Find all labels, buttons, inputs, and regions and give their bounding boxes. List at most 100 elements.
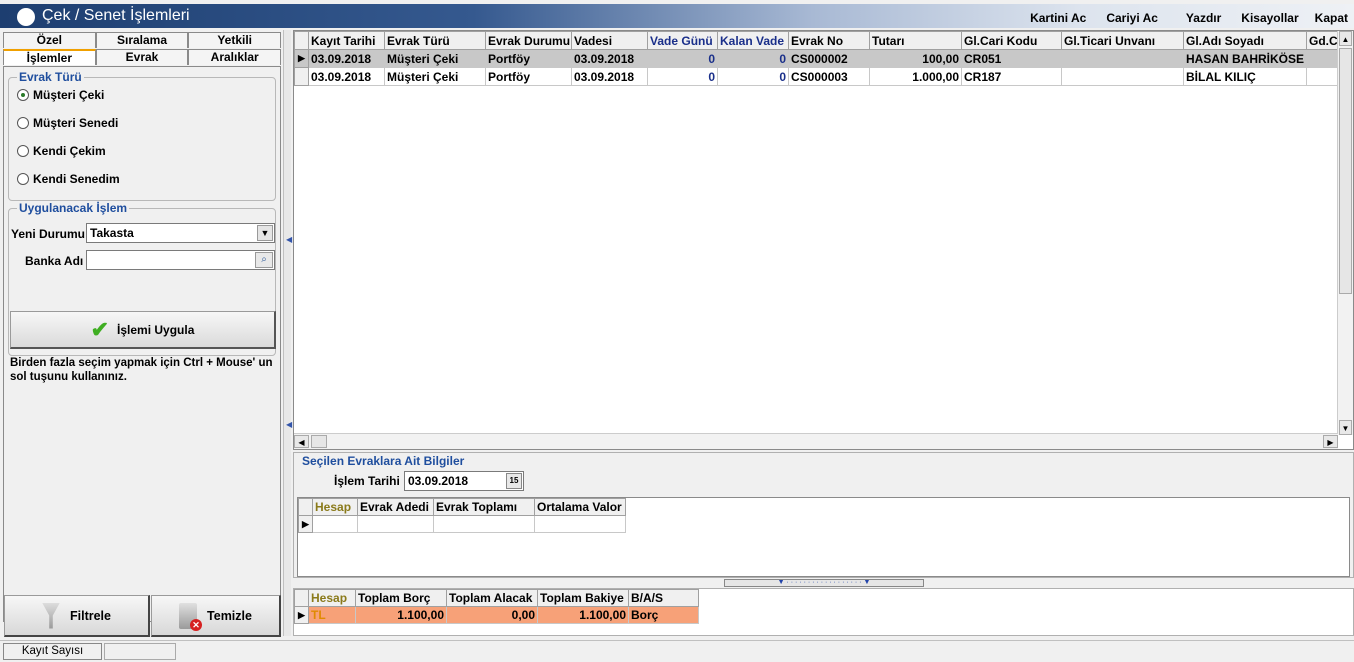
temizle-button[interactable]: ✕ Temizle — [151, 595, 281, 637]
cell: 03.09.2018 — [571, 67, 648, 86]
islem-tarihi-label: İşlem Tarihi — [334, 474, 400, 488]
cell: 0 — [717, 67, 789, 86]
islem-tarihi-field[interactable]: 03.09.2018 15 — [404, 471, 524, 491]
cell: Müşteri Çeki — [384, 49, 486, 68]
menu-kapat[interactable]: Kapat — [1309, 11, 1354, 25]
menu-cariyi-ac[interactable]: Cariyi Ac — [1096, 11, 1168, 25]
col-evrak-no[interactable]: Evrak No — [788, 31, 870, 50]
col-toplam-alacak[interactable]: Toplam Alacak — [446, 589, 538, 607]
collapse-bar[interactable]: ▼ · · · · · · · · · · · · · · · · · · ▼ — [724, 579, 924, 587]
col-tutari[interactable]: Tutarı — [869, 31, 962, 50]
col-vade-gunu[interactable]: Vade Günü — [647, 31, 718, 50]
funnel-icon — [42, 602, 60, 629]
cell — [312, 515, 358, 533]
tab-ozel[interactable]: Özel — [3, 32, 96, 48]
col-kayit-tarihi[interactable]: Kayıt Tarihi — [308, 31, 385, 50]
scroll-thumb[interactable] — [311, 435, 327, 448]
row-pointer-icon: ▶ — [294, 49, 309, 68]
col-evrak-adedi[interactable]: Evrak Adedi — [357, 498, 434, 516]
menu-kisayollar[interactable]: Kisayollar — [1231, 11, 1308, 25]
filtrele-button[interactable]: Filtrele — [4, 595, 150, 637]
cell — [1061, 67, 1184, 86]
vertical-scrollbar[interactable]: ▲ ▼ — [1337, 31, 1353, 435]
col-ortalama-valor[interactable]: Ortalama Valor — [534, 498, 626, 516]
col-kalan-vade[interactable]: Kalan Vade — [717, 31, 789, 50]
kayit-sayisi: Kayıt Sayısı — [3, 643, 102, 660]
col-bas[interactable]: B/A/S — [628, 589, 699, 607]
cell: 1.000,00 — [869, 67, 962, 86]
panel-splitter[interactable]: ◀ ◀ — [283, 30, 292, 636]
tab-araliklar[interactable]: Aralıklar — [188, 49, 282, 65]
collapse-left-icon[interactable]: ◀ — [286, 235, 292, 244]
grid-header-row: Hesap Evrak Adedi Evrak Toplamı Ortalama… — [298, 498, 626, 516]
islemi-uygula-button[interactable]: ✔ İşlemi Uygula — [10, 311, 276, 349]
table-row[interactable]: 03.09.2018 Müşteri Çeki Portföy 03.09.20… — [294, 67, 1346, 86]
menu-kartini-ac[interactable]: Kartini Ac — [1020, 11, 1096, 25]
cell: 03.09.2018 — [308, 67, 385, 86]
evrak-turu-legend: Evrak Türü — [17, 70, 84, 84]
radio-kendi-senedim[interactable]: Kendi Senedim — [17, 172, 120, 186]
yeni-durumu-select[interactable]: Takasta ▼ — [86, 223, 275, 243]
islem-tarihi-value: 03.09.2018 — [408, 474, 469, 488]
scroll-down-icon[interactable]: ▼ — [1339, 420, 1352, 435]
banka-adi-input[interactable]: ⌕ — [86, 250, 275, 270]
cell: 03.09.2018 — [571, 49, 648, 68]
filtrele-label: Filtrele — [70, 608, 111, 623]
table-row[interactable]: ▶ TL 1.100,00 0,00 1.100,00 Borç — [294, 606, 699, 624]
col-hesap[interactable]: Hesap — [312, 498, 358, 516]
row-indicator — [294, 67, 309, 86]
col-hesap[interactable]: Hesap — [308, 589, 356, 607]
row-indicator-header — [294, 31, 309, 50]
cell — [357, 515, 434, 533]
col-adi-soyadi[interactable]: Gl.Adı Soyadı — [1182, 31, 1308, 50]
scroll-left-icon[interactable]: ◀ — [294, 435, 309, 448]
cell: Borç — [628, 606, 699, 624]
tab-content: Evrak Türü Müşteri Çeki Müşteri Senedi K… — [3, 66, 281, 622]
cell: HASAN BAHRİKÖSE — [1182, 49, 1308, 68]
window-title: Çek / Senet İşlemleri — [42, 7, 190, 24]
tab-islemler[interactable]: İşlemler — [3, 49, 96, 65]
tab-evrak[interactable]: Evrak — [95, 49, 189, 65]
col-cari-kodu[interactable]: Gl.Cari Kodu — [961, 31, 1062, 50]
selected-summary-table: Hesap Evrak Adedi Evrak Toplamı Ortalama… — [298, 498, 626, 533]
horizontal-scrollbar[interactable]: ◀ ▶ — [294, 433, 1338, 449]
tab-yetkili[interactable]: Yetkili — [188, 32, 282, 48]
cell: 0 — [647, 49, 718, 68]
col-toplam-bakiye[interactable]: Toplam Bakiye — [537, 589, 629, 607]
cell: 0 — [717, 49, 789, 68]
top-menu: Kartini Ac Cariyi Ac Yazdır Kisayollar K… — [1020, 11, 1354, 25]
collapse-left-icon[interactable]: ◀ — [286, 420, 292, 429]
cell: CS000003 — [788, 67, 870, 86]
status-bar: Kayıt Sayısı — [0, 640, 1354, 662]
title-bar: Çek / Senet İşlemleri Kartini Ac Cariyi … — [0, 4, 1354, 28]
cell: CR187 — [961, 67, 1062, 86]
calendar-icon[interactable]: 15 — [506, 473, 522, 489]
col-evrak-toplami[interactable]: Evrak Toplamı — [433, 498, 535, 516]
col-toplam-borc[interactable]: Toplam Borç — [355, 589, 447, 607]
tab-siralama[interactable]: Sıralama — [95, 32, 189, 48]
radio-musteri-ceki[interactable]: Müşteri Çeki — [17, 88, 104, 102]
radio-kendi-cekim[interactable]: Kendi Çekim — [17, 144, 106, 158]
scroll-up-icon[interactable]: ▲ — [1339, 31, 1352, 46]
radio-musteri-senedi[interactable]: Müşteri Senedi — [17, 116, 118, 130]
selection-hint: Birden fazla seçim yapmak için Ctrl + Mo… — [10, 357, 273, 383]
totals-table: Hesap Toplam Borç Toplam Alacak Toplam B… — [294, 589, 699, 624]
col-evrak-durumu[interactable]: Evrak Durumu — [485, 31, 572, 50]
col-evrak-turu[interactable]: Evrak Türü — [384, 31, 486, 50]
evrak-table: Kayıt Tarihi Evrak Türü Evrak Durumu Vad… — [294, 31, 1346, 86]
radio-icon — [17, 117, 29, 129]
banka-adi-label: Banka Adı — [25, 254, 84, 268]
scroll-thumb[interactable] — [1339, 48, 1352, 294]
app-icon — [17, 8, 35, 26]
col-ticari-unvani[interactable]: Gl.Ticari Unvanı — [1061, 31, 1184, 50]
table-row[interactable]: ▶ — [298, 515, 626, 533]
chevron-down-icon[interactable]: ▼ — [257, 225, 273, 241]
grid-header-row: Kayıt Tarihi Evrak Türü Evrak Durumu Vad… — [294, 31, 1346, 50]
table-row[interactable]: ▶ 03.09.2018 Müşteri Çeki Portföy 03.09.… — [294, 49, 1346, 68]
col-vadesi[interactable]: Vadesi — [571, 31, 648, 50]
lookup-icon[interactable]: ⌕ — [255, 252, 273, 268]
apply-label: İşlemi Uygula — [117, 322, 195, 337]
menu-yazdir[interactable]: Yazdır — [1168, 11, 1231, 25]
scroll-right-icon[interactable]: ▶ — [1323, 435, 1338, 448]
cell: TL — [308, 606, 356, 624]
